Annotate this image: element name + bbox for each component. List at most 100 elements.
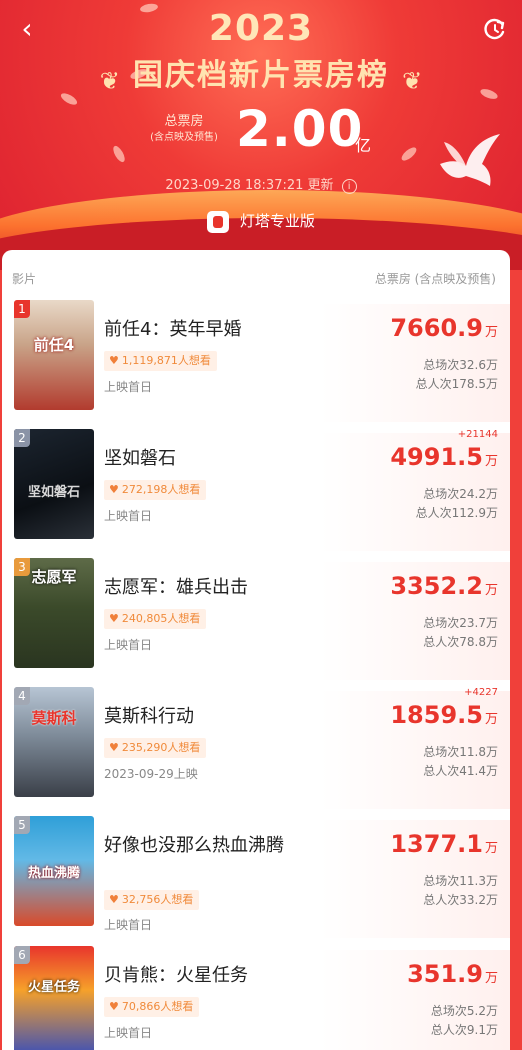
want-count: 70,866人想看 xyxy=(121,1000,194,1013)
rank-badge: 6 xyxy=(14,946,30,964)
total-value: 2.00 xyxy=(236,100,364,158)
box-office: 1859.5 万 xyxy=(390,701,498,729)
dove-icon xyxy=(440,134,500,186)
box-value: 3352.2 xyxy=(390,572,483,600)
box-unit: 万 xyxy=(484,583,498,598)
page-year: 2023 xyxy=(208,8,314,49)
total-label-sub: (含点映及预售) xyxy=(150,132,218,143)
movie-row[interactable]: 6 火星任务 贝肯熊：火星任务 ♥ 70,866人想看 上映首日 351.9 万 总… xyxy=(2,946,510,1050)
brand-name: 灯塔专业版 xyxy=(239,212,315,230)
box-office: 1377.1 万 xyxy=(390,830,498,858)
rank-badge: 4 xyxy=(14,687,30,705)
want-count: 240,805人想看 xyxy=(121,612,201,625)
box-office: 351.9 万 xyxy=(407,960,498,988)
movie-row[interactable]: 5 热血沸腾 好像也没那么热血沸腾 ♥ 32,756人想看 上映首日 1377.1… xyxy=(2,816,510,946)
header: ‹ 2023 ❦ 国庆档新片票房榜 ❦ 总票房 (含点映及预售) 2.00 亿 … xyxy=(0,0,522,270)
movie-title: 前任4：英年早婚 xyxy=(104,319,242,340)
movie-poster: 6 火星任务 xyxy=(14,946,94,1050)
release-info: 2023-09-29上映 xyxy=(104,767,198,781)
movie-title: 莫斯科行动 xyxy=(104,706,194,727)
poster-title: 前任4 xyxy=(33,336,75,354)
movie-poster: 4 莫斯科 xyxy=(14,687,94,797)
movie-title: 坚如磐石 xyxy=(104,448,176,469)
heart-icon: ♥ xyxy=(109,741,119,754)
laurel-left-icon: ❦ xyxy=(99,66,120,95)
poster-title: 坚如磐石 xyxy=(27,485,80,500)
ranking-panel: 影片 总票房 (含点映及预售) 1 前任4 前任4：英年早婚 ♥ 1,119,87… xyxy=(2,250,510,1050)
total-admissions: 总人次78.8万 xyxy=(423,635,498,649)
movie-poster: 5 热血沸腾 xyxy=(14,816,94,926)
total-admissions: 总人次178.5万 xyxy=(415,377,498,391)
box-delta: +4227 xyxy=(464,687,498,698)
movie-title: 志愿军：雄兵出击 xyxy=(104,577,248,598)
movie-row[interactable]: 4 莫斯科 莫斯科行动 ♥ 235,290人想看 2023-09-29上映 +42… xyxy=(2,687,510,816)
poster-title: 志愿军 xyxy=(31,568,77,586)
laurel-right-icon: ❦ xyxy=(402,66,423,95)
rank-badge: 5 xyxy=(14,816,30,834)
movie-poster: 1 前任4 xyxy=(14,300,94,410)
heart-icon: ♥ xyxy=(109,483,119,496)
heart-icon: ♥ xyxy=(109,354,119,367)
box-value: 4991.5 xyxy=(390,443,483,471)
box-value: 1859.5 xyxy=(390,701,483,729)
want-to-see-badge: ♥ 272,198人想看 xyxy=(104,480,207,500)
column-box-office: 总票房 (含点映及预售) xyxy=(374,272,496,286)
want-to-see-badge: ♥ 235,290人想看 xyxy=(104,738,207,758)
box-office: 4991.5 万 xyxy=(390,443,498,471)
movie-row[interactable]: 1 前任4 前任4：英年早婚 ♥ 1,119,871人想看 上映首日 7660.9… xyxy=(2,300,510,429)
want-count: 1,119,871人想看 xyxy=(121,354,211,367)
want-to-see-badge: ♥ 1,119,871人想看 xyxy=(104,351,217,371)
want-to-see-badge: ♥ 32,756人想看 xyxy=(104,890,200,910)
heart-icon: ♥ xyxy=(109,893,119,906)
brand-logo-icon xyxy=(207,210,230,233)
release-info: 上映首日 xyxy=(104,380,153,394)
poster-title: 莫斯科 xyxy=(31,709,77,727)
column-film: 影片 xyxy=(12,272,37,286)
column-header: 影片 总票房 (含点映及预售) xyxy=(2,250,510,300)
box-delta: +21144 xyxy=(457,429,498,440)
movie-poster: 2 坚如磐石 xyxy=(14,429,94,539)
box-value: 7660.9 xyxy=(390,314,483,342)
box-office: 7660.9 万 xyxy=(390,314,498,342)
movie-title: 贝肯熊：火星任务 xyxy=(104,965,248,986)
info-icon[interactable]: i xyxy=(341,179,357,194)
heart-icon: ♥ xyxy=(109,612,119,625)
box-unit: 万 xyxy=(484,712,498,727)
release-info: 上映首日 xyxy=(104,1026,153,1040)
total-admissions: 总人次41.4万 xyxy=(423,764,498,778)
box-value: 351.9 xyxy=(407,960,483,988)
total-shows: 总场次24.2万 xyxy=(423,487,498,501)
movie-poster: 3 志愿军 xyxy=(14,558,94,668)
box-unit: 万 xyxy=(484,454,498,469)
release-info: 上映首日 xyxy=(104,509,153,523)
want-count: 32,756人想看 xyxy=(121,893,194,906)
release-info: 上映首日 xyxy=(104,918,153,932)
total-admissions: 总人次33.2万 xyxy=(423,893,498,907)
movie-title: 好像也没那么热血沸腾 xyxy=(104,835,284,856)
total-label-text: 总票房 xyxy=(164,114,204,129)
movie-row[interactable]: 2 坚如磐石 坚如磐石 ♥ 272,198人想看 上映首日 +21144 4991… xyxy=(2,429,510,558)
movie-row[interactable]: 3 志愿军 志愿军：雄兵出击 ♥ 240,805人想看 上映首日 3352.2 万 … xyxy=(2,558,510,687)
box-unit: 万 xyxy=(484,841,498,856)
rank-badge: 2 xyxy=(14,429,30,447)
page-title: 国庆档新片票房榜 xyxy=(133,58,389,93)
total-unit: 亿 xyxy=(355,136,372,155)
total-admissions: 总人次112.9万 xyxy=(415,506,498,520)
total-shows: 总场次23.7万 xyxy=(423,616,498,630)
want-count: 235,290人想看 xyxy=(121,741,201,754)
page-title-row: ❦ 国庆档新片票房榜 ❦ xyxy=(0,50,522,95)
rank-badge: 1 xyxy=(14,300,30,318)
brand: 灯塔专业版 xyxy=(0,210,522,233)
total-shows: 总场次5.2万 xyxy=(430,1004,498,1018)
total-admissions: 总人次9.1万 xyxy=(430,1023,498,1037)
box-value: 1377.1 xyxy=(390,830,483,858)
box-office: 3352.2 万 xyxy=(390,572,498,600)
total-shows: 总场次11.3万 xyxy=(423,874,498,888)
heart-icon: ♥ xyxy=(109,1000,119,1013)
poster-title: 热血沸腾 xyxy=(27,866,80,881)
want-to-see-badge: ♥ 240,805人想看 xyxy=(104,609,207,629)
total-shows: 总场次11.8万 xyxy=(423,745,498,759)
total-shows: 总场次32.6万 xyxy=(423,358,498,372)
box-unit: 万 xyxy=(484,325,498,340)
box-unit: 万 xyxy=(484,971,498,986)
